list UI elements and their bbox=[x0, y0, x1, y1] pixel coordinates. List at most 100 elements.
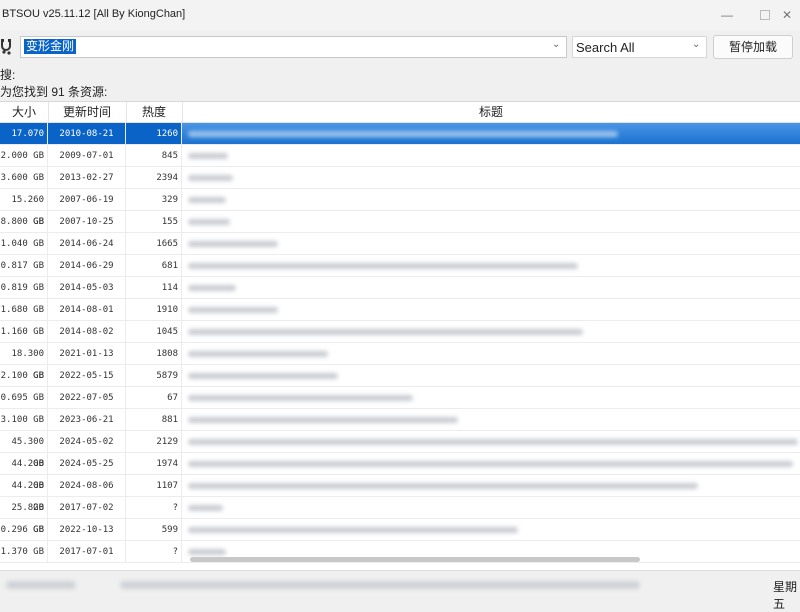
magnet-icon[interactable] bbox=[0, 38, 12, 56]
cell-size: 17.070 GB bbox=[0, 123, 48, 161]
table-row[interactable]: 45.300 GB 2024-05-02 2129 bbox=[0, 431, 800, 469]
cell-date: 2014-05-03 bbox=[48, 277, 126, 299]
chevron-down-icon[interactable]: ⌄ bbox=[552, 40, 562, 50]
table-row[interactable]: 18.300 GB 2021-01-13 1808 bbox=[0, 343, 800, 381]
status-bar: 星期五 bbox=[0, 570, 800, 611]
table-row[interactable]: 0.695 GB 2022-07-05 67 bbox=[0, 387, 800, 409]
result-count-text: 为您找到 91 条资源: bbox=[0, 85, 108, 99]
cell-heat: 329 bbox=[126, 189, 182, 211]
cell-date: 2017-07-01 bbox=[48, 541, 126, 563]
redacted-title bbox=[188, 417, 458, 423]
search-scope-select[interactable]: Search All ⌄ bbox=[572, 36, 707, 58]
cell-title bbox=[182, 233, 800, 255]
cell-size: 0.695 GB bbox=[0, 387, 48, 409]
cell-size: 3.600 GB bbox=[0, 167, 48, 189]
cell-size: 45.300 GB bbox=[0, 431, 48, 469]
cell-heat: ? bbox=[126, 497, 182, 519]
cell-title bbox=[182, 453, 800, 475]
cell-size: 0.819 GB bbox=[0, 277, 48, 299]
cell-date: 2013-02-27 bbox=[48, 167, 126, 189]
cell-size: 2.000 GB bbox=[0, 145, 48, 167]
cell-title bbox=[182, 519, 800, 541]
redacted-title bbox=[188, 263, 578, 269]
cell-size: 1.680 GB bbox=[0, 299, 48, 321]
redacted-title bbox=[188, 219, 230, 225]
column-header-date[interactable]: 更新时间 bbox=[48, 102, 127, 122]
chevron-down-icon[interactable]: ⌄ bbox=[692, 40, 702, 50]
cell-heat: 1974 bbox=[126, 453, 182, 475]
cell-heat: 67 bbox=[126, 387, 182, 409]
redacted-title bbox=[188, 505, 223, 511]
cell-date: 2022-10-13 bbox=[48, 519, 126, 541]
table-row[interactable]: 0.819 GB 2014-05-03 114 bbox=[0, 277, 800, 299]
redacted-title bbox=[188, 131, 618, 137]
cell-title bbox=[182, 255, 800, 277]
cell-date: 2014-06-29 bbox=[48, 255, 126, 277]
cell-size: 0.296 GB bbox=[0, 519, 48, 541]
cell-date: 2014-08-02 bbox=[48, 321, 126, 343]
horizontal-scrollbar[interactable] bbox=[190, 557, 640, 562]
cell-size: 2.100 GB bbox=[0, 365, 48, 387]
table-row[interactable]: 0.296 GB 2022-10-13 599 bbox=[0, 519, 800, 541]
redacted-title bbox=[188, 153, 228, 159]
table-row[interactable]: 17.070 GB 2010-08-21 1260 bbox=[0, 123, 800, 161]
table-row[interactable]: 2.100 GB 2022-05-15 5879 bbox=[0, 365, 800, 387]
cell-date: 2022-05-15 bbox=[48, 365, 126, 387]
search-input-text[interactable]: 变形金刚 bbox=[24, 39, 77, 54]
cell-size: 1.040 GB bbox=[0, 233, 48, 255]
column-header-title[interactable]: 标题 bbox=[182, 102, 800, 122]
column-header-heat[interactable]: 热度 bbox=[126, 102, 183, 122]
redacted-title bbox=[188, 439, 798, 445]
table-row[interactable]: 2.000 GB 2009-07-01 845 bbox=[0, 145, 800, 167]
title-bar: BTSOU v25.11.12 [All By KiongChan] — ✕ bbox=[0, 0, 800, 30]
cell-heat: 155 bbox=[126, 211, 182, 233]
cell-date: 2024-05-02 bbox=[48, 431, 126, 453]
close-icon[interactable]: ✕ bbox=[774, 0, 800, 30]
cell-date: 2017-07-02 bbox=[48, 497, 126, 519]
cell-title bbox=[182, 299, 800, 321]
pause-loading-button[interactable]: 暂停加载 bbox=[713, 35, 793, 59]
cell-heat: 2129 bbox=[126, 431, 182, 453]
status-bar-day: 星期五 bbox=[773, 580, 798, 611]
cell-heat: 114 bbox=[126, 277, 182, 299]
cell-title bbox=[182, 145, 800, 167]
cell-title bbox=[182, 211, 800, 233]
cell-heat: 881 bbox=[126, 409, 182, 431]
table-row[interactable]: 0.817 GB 2014-06-29 681 bbox=[0, 255, 800, 277]
table-row[interactable]: 8.800 GB 2007-10-25 155 bbox=[0, 211, 800, 233]
cell-size: 8.800 GB bbox=[0, 211, 48, 233]
cell-title bbox=[182, 387, 800, 409]
table-row[interactable]: 3.600 GB 2013-02-27 2394 bbox=[0, 167, 800, 189]
table-row[interactable]: 3.100 GB 2023-06-21 881 bbox=[0, 409, 800, 431]
column-header-size[interactable]: 大小 bbox=[0, 102, 49, 122]
cell-heat: ? bbox=[126, 541, 182, 563]
redacted-title bbox=[188, 351, 328, 357]
cell-date: 2007-10-25 bbox=[48, 211, 126, 233]
cell-size: 15.260 GB bbox=[0, 189, 48, 227]
cell-size: 44.200 GB bbox=[0, 453, 48, 491]
cell-title bbox=[182, 321, 800, 343]
redacted-title bbox=[188, 241, 278, 247]
cell-date: 2023-06-21 bbox=[48, 409, 126, 431]
redacted-title bbox=[188, 285, 236, 291]
redacted-title bbox=[188, 461, 793, 467]
table-row[interactable]: 1.160 GB 2014-08-02 1045 bbox=[0, 321, 800, 343]
table-row[interactable]: 1.040 GB 2014-06-24 1665 bbox=[0, 233, 800, 255]
redacted-title bbox=[188, 483, 698, 489]
search-input[interactable]: 变形金刚 ⌄ bbox=[20, 36, 567, 58]
table-row[interactable]: 15.260 GB 2007-06-19 329 bbox=[0, 189, 800, 227]
cell-heat: 1107 bbox=[126, 475, 182, 497]
cell-size: 25.820 GB bbox=[0, 497, 48, 535]
table-row[interactable]: 44.200 GB 2024-05-25 1974 bbox=[0, 453, 800, 491]
cell-heat: 5879 bbox=[126, 365, 182, 387]
redacted-title bbox=[188, 527, 518, 533]
table-row[interactable]: 1.680 GB 2014-08-01 1910 bbox=[0, 299, 800, 321]
cell-title bbox=[182, 475, 800, 497]
cell-size: 3.100 GB bbox=[0, 409, 48, 431]
cell-title bbox=[182, 277, 800, 299]
table-row[interactable]: 44.200 GB 2024-08-06 1107 bbox=[0, 475, 800, 513]
redacted-title bbox=[188, 307, 278, 313]
cell-date: 2007-06-19 bbox=[48, 189, 126, 211]
table-row[interactable]: 25.820 GB 2017-07-02? bbox=[0, 497, 800, 535]
cell-date: 2014-08-01 bbox=[48, 299, 126, 321]
